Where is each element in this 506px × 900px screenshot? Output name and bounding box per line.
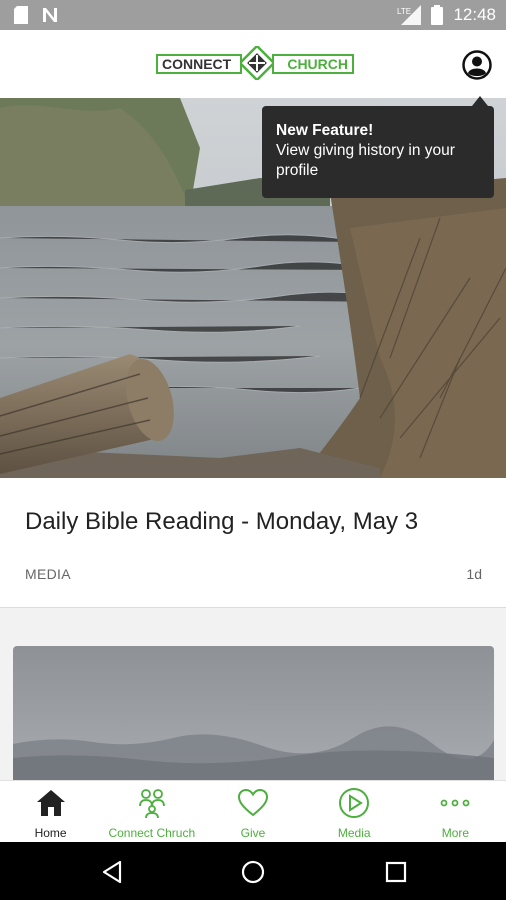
home-circle-icon[interactable] — [240, 859, 266, 885]
feed-card[interactable]: Daily Bible Reading - Monday, May 3 MEDI… — [0, 478, 506, 608]
tooltip-title: New Feature! — [276, 122, 374, 139]
new-feature-tooltip[interactable]: New Feature! View giving history in your… — [262, 106, 494, 198]
heart-icon — [237, 788, 269, 817]
nav-label-connect-church: Connect Chruch — [108, 826, 196, 840]
tooltip-arrow — [472, 96, 488, 106]
nav-item-give[interactable]: Give — [202, 781, 303, 842]
play-circle-icon — [339, 788, 370, 818]
logo-text-connect: CONNECT — [156, 54, 242, 74]
logo-diamond-icon — [240, 46, 274, 80]
bottom-navigation: Home Connect Chruch Give Media More — [0, 780, 506, 842]
church-logo[interactable]: CONNECT CHURCH — [156, 44, 354, 82]
android-navigation-bar — [0, 842, 506, 900]
nav-item-more[interactable]: More — [405, 781, 506, 842]
card-age: 1d — [466, 566, 482, 582]
battery-icon — [431, 5, 444, 25]
sd-card-icon — [14, 6, 28, 24]
nav-label-give: Give — [240, 826, 266, 840]
recents-icon[interactable] — [383, 859, 409, 885]
card-category: MEDIA — [25, 566, 71, 582]
more-dots-icon — [441, 799, 470, 807]
home-icon — [36, 790, 65, 816]
nav-item-connect-church[interactable]: Connect Chruch — [101, 781, 202, 842]
logo-text-church: CHURCH — [272, 54, 354, 74]
foggy-mountains-photo[interactable] — [13, 646, 494, 786]
nav-label-more: More — [441, 826, 470, 840]
profile-icon[interactable] — [462, 50, 492, 80]
lte-signal-icon: LTE — [397, 5, 422, 25]
n-notification-icon — [43, 8, 57, 22]
nav-label-home: Home — [34, 826, 67, 840]
tooltip-body: View giving history in your profile — [276, 142, 455, 179]
status-time: 12:48 — [453, 5, 496, 24]
card-title: Daily Bible Reading - Monday, May 3 — [25, 508, 419, 535]
nav-item-media[interactable]: Media — [304, 781, 405, 842]
svg-text:LTE: LTE — [397, 7, 411, 16]
back-icon[interactable] — [100, 859, 126, 885]
status-bar: LTE 12:48 — [0, 0, 506, 30]
app-header: CONNECT CHURCH — [0, 30, 506, 98]
people-icon — [138, 789, 165, 819]
nav-item-home[interactable]: Home — [0, 781, 101, 842]
nav-label-media: Media — [337, 826, 371, 840]
